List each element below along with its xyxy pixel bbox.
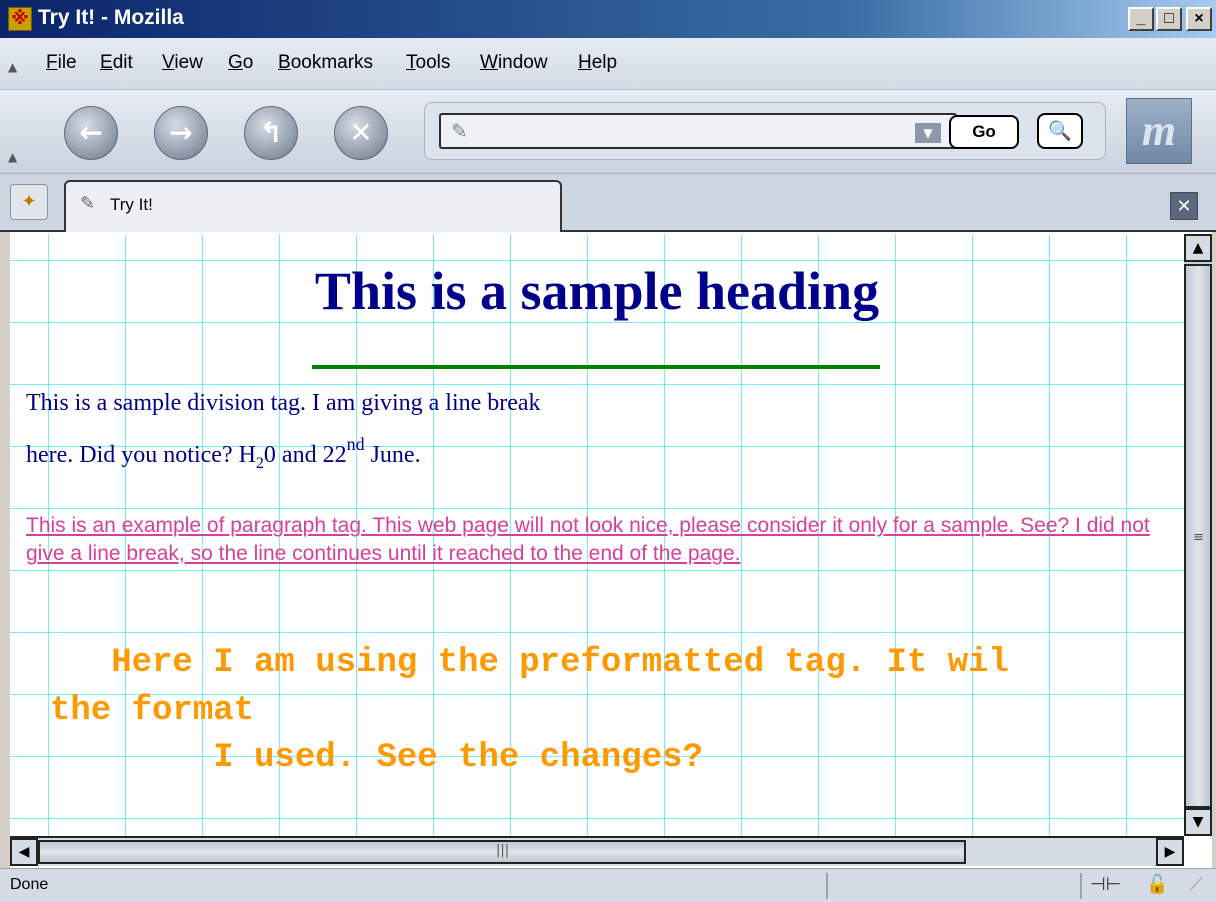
- menu-bar: ▲ File Edit View Go Bookmarks Tools Wind…: [0, 38, 1216, 90]
- scroll-up-button[interactable]: ▲: [1184, 234, 1212, 262]
- status-divider: [826, 873, 828, 899]
- forward-button[interactable]: →: [154, 106, 208, 160]
- tab-label: Try It!: [110, 195, 153, 214]
- maximize-button[interactable]: □: [1156, 7, 1182, 31]
- division-text-mid: 0 and 22: [263, 442, 347, 468]
- status-text: Done: [10, 876, 49, 893]
- division-text-line-2: here. Did you notice? H20 and 22nd June.: [26, 434, 421, 473]
- menu-go[interactable]: Go: [228, 52, 253, 74]
- division-text-line-1: This is a sample division tag. I am givi…: [26, 390, 541, 416]
- status-divider: [1080, 873, 1082, 899]
- thumb-grip-icon: ≡: [1193, 530, 1204, 545]
- stop-icon: ✕: [349, 116, 373, 149]
- menu-bookmarks[interactable]: Bookmarks: [278, 52, 373, 74]
- close-window-button[interactable]: ×: [1186, 7, 1212, 31]
- scroll-right-button[interactable]: ▶: [1156, 838, 1184, 866]
- superscript-text: nd: [346, 434, 365, 454]
- page-heading: This is a sample heading: [314, 261, 880, 321]
- preformatted-line-2: the format: [50, 692, 255, 730]
- back-arrow-icon: ←: [79, 116, 103, 149]
- horizontal-scroll-thumb[interactable]: |||: [38, 840, 966, 864]
- menu-window[interactable]: Window: [480, 52, 548, 74]
- arrow-left-icon: ◀: [18, 844, 30, 860]
- division-text-suffix: June.: [364, 442, 421, 468]
- close-icon: ✕: [1176, 196, 1192, 217]
- magnifier-icon: 🔍: [1048, 120, 1072, 142]
- paragraph-text: This is an example of paragraph tag. Thi…: [26, 514, 1150, 565]
- url-input[interactable]: ✎ ▼: [439, 113, 957, 149]
- resize-grip-icon[interactable]: ⟋: [1190, 874, 1203, 895]
- menu-file[interactable]: File: [46, 52, 77, 74]
- scroll-left-button[interactable]: ◀: [10, 838, 38, 866]
- reload-icon: ↰: [259, 116, 283, 149]
- menu-help[interactable]: Help: [578, 52, 617, 74]
- page-proxy-icon: ✎: [451, 119, 468, 143]
- toolbar-grip-icon[interactable]: ▲: [8, 150, 17, 164]
- reload-button[interactable]: ↰: [244, 106, 298, 160]
- back-button[interactable]: ←: [64, 106, 118, 160]
- mozilla-app-icon: ※: [8, 7, 32, 31]
- horizontal-rule: [312, 365, 880, 369]
- page-icon: ✎: [80, 193, 96, 214]
- forward-arrow-icon: →: [169, 116, 193, 149]
- url-bar-container: ✎ ▼ Go 🔍: [424, 102, 1106, 160]
- new-tab-icon: ✦: [21, 191, 37, 212]
- scroll-down-button[interactable]: ▼: [1184, 808, 1212, 836]
- url-dropdown-button[interactable]: ▼: [915, 123, 941, 143]
- title-bar: ※ Try It! - Mozilla _ □ ×: [0, 0, 1216, 38]
- mozilla-logo[interactable]: m: [1126, 98, 1192, 164]
- search-button[interactable]: 🔍: [1037, 113, 1083, 149]
- menu-tools[interactable]: Tools: [406, 52, 450, 74]
- window-frame-left: [0, 232, 10, 868]
- window-title: Try It! - Mozilla: [38, 6, 184, 29]
- go-button[interactable]: Go: [949, 115, 1019, 149]
- tab-bar: ✦ ✎ Try It! ✕: [0, 174, 1216, 232]
- window-frame-right: [1212, 232, 1216, 868]
- vertical-scroll-thumb[interactable]: ≡: [1184, 264, 1212, 808]
- subscript-text: 2: [255, 455, 264, 472]
- arrow-right-icon: ▶: [1164, 844, 1176, 860]
- stop-button[interactable]: ✕: [334, 106, 388, 160]
- security-lock-icon[interactable]: 🔓: [1146, 874, 1168, 895]
- online-status-icon[interactable]: ⊣⊢: [1090, 874, 1121, 895]
- arrow-down-icon: ▼: [1192, 814, 1204, 830]
- tab-try-it[interactable]: ✎ Try It!: [64, 180, 562, 232]
- preformatted-line-3: I used. See the changes?: [50, 739, 703, 777]
- new-tab-button[interactable]: ✦: [10, 184, 48, 220]
- horizontal-scrollbar[interactable]: ◀ ||| ▶: [10, 836, 1184, 866]
- menubar-grip-icon[interactable]: ▲: [8, 60, 17, 74]
- thumb-grip-icon: |||: [496, 843, 510, 858]
- minimize-button[interactable]: _: [1128, 7, 1154, 31]
- preformatted-line-1: Here I am using the preformatted tag. It…: [50, 644, 1009, 682]
- close-tab-button[interactable]: ✕: [1170, 192, 1198, 220]
- page-content: This is a sample heading This is a sampl…: [10, 234, 1184, 836]
- menu-view[interactable]: View: [162, 52, 203, 74]
- navigation-toolbar: ▲ ← → ↰ ✕ ✎ ▼ Go 🔍 m: [0, 90, 1216, 174]
- arrow-up-icon: ▲: [1192, 240, 1204, 256]
- division-text-prefix: here. Did you notice? H: [26, 442, 256, 468]
- status-bar: Done ⊣⊢ 🔓 ⟋: [0, 868, 1216, 902]
- vertical-scrollbar[interactable]: ▲ ≡ ▼: [1184, 234, 1212, 836]
- menu-edit[interactable]: Edit: [100, 52, 133, 74]
